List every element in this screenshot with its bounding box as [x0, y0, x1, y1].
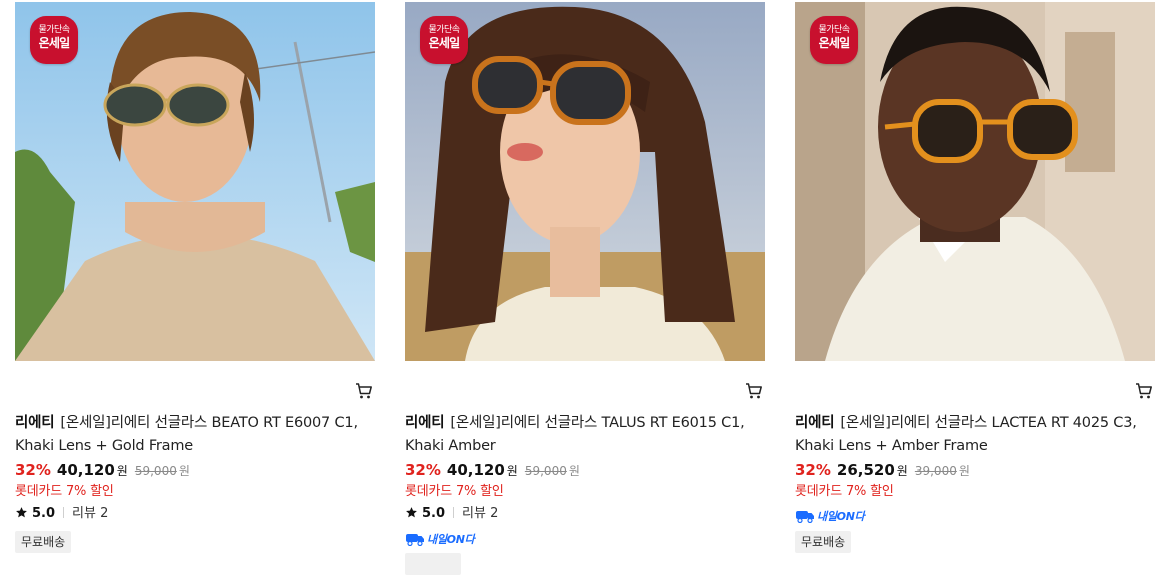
delivery-truck-icon	[796, 510, 814, 523]
delivery-badge-label: 내일ON다	[817, 509, 865, 523]
badge-line2: 온세일	[818, 36, 851, 50]
product-card[interactable]: 물가단속 온세일 리에티 [온세일]리에티 선글라스 LACTEA RT 4025…	[795, 0, 1155, 559]
sale-price: 26,520	[836, 461, 895, 479]
rating-score: 5.0	[422, 506, 446, 521]
free-shipping-chip: 무료배송	[15, 531, 72, 553]
onsale-badge: 물가단속 온세일	[420, 16, 468, 64]
star-icon	[405, 506, 418, 523]
brand-name: 리에티	[405, 415, 445, 431]
rating-row: 5.0 리뷰 2	[405, 502, 498, 523]
cart-icon[interactable]	[355, 382, 373, 400]
original-price-unit: 원	[568, 464, 580, 478]
product-name: [온세일]리에티 선글라스 LACTEA RT 4025 C3, Khaki L…	[795, 415, 1137, 454]
free-shipping-chip: 무료배송	[795, 531, 852, 553]
product-card[interactable]: 물가단속 온세일 리에티 [온세일]리에티 선글라스 BEATO RT E6007…	[15, 0, 375, 559]
badge-line1: 물가단속	[38, 25, 70, 35]
product-name: [온세일]리에티 선글라스 BEATO RT E6007 C1, Khaki L…	[15, 415, 358, 454]
original-price: 39,000	[914, 464, 957, 478]
brand-name: 리에티	[15, 415, 55, 431]
cart-icon[interactable]	[1135, 382, 1153, 400]
card-discount: 롯데카드 7% 할인	[795, 484, 894, 499]
product-title[interactable]: 리에티 [온세일]리에티 선글라스 TALUS RT E6015 C1, Khak…	[405, 412, 765, 458]
price-unit: 원	[506, 464, 518, 478]
product-title[interactable]: 리에티 [온세일]리에티 선글라스 BEATO RT E6007 C1, Khak…	[15, 412, 375, 458]
rating-row: 5.0 리뷰 2	[15, 502, 108, 523]
product-title[interactable]: 리에티 [온세일]리에티 선글라스 LACTEA RT 4025 C3, Khak…	[795, 412, 1155, 458]
badge-line2: 온세일	[428, 36, 461, 50]
price-row: 32% 40,120 원 59,000 원	[15, 460, 190, 482]
discount-rate: 32%	[15, 461, 51, 479]
card-discount: 롯데카드 7% 할인	[405, 484, 504, 499]
divider	[453, 507, 455, 518]
rating-score: 5.0	[32, 506, 56, 521]
star-icon	[15, 506, 28, 523]
original-price: 59,000	[134, 464, 177, 478]
product-name: [온세일]리에티 선글라스 TALUS RT E6015 C1, Khaki A…	[405, 415, 745, 454]
sale-price: 40,120	[56, 461, 115, 479]
cart-icon[interactable]	[745, 382, 763, 400]
card-discount: 롯데카드 7% 할인	[15, 484, 114, 499]
discount-rate: 32%	[795, 461, 831, 479]
original-price: 59,000	[524, 464, 567, 478]
tomorrow-delivery-badge: 내일ON다	[795, 505, 865, 523]
shipping-chip	[405, 553, 461, 575]
delivery-truck-icon	[406, 533, 424, 546]
brand-name: 리에티	[795, 415, 835, 431]
discount-rate: 32%	[405, 461, 441, 479]
onsale-badge: 물가단속 온세일	[810, 16, 858, 64]
review-count[interactable]: 리뷰 2	[72, 506, 108, 521]
price-unit: 원	[116, 464, 128, 478]
original-price-unit: 원	[958, 464, 970, 478]
review-count[interactable]: 리뷰 2	[462, 506, 498, 521]
product-card[interactable]: 물가단속 온세일 리에티 [온세일]리에티 선글라스 TALUS RT E6015…	[405, 0, 765, 575]
tomorrow-delivery-badge: 내일ON다	[405, 528, 475, 546]
price-row: 32% 26,520 원 39,000 원	[795, 460, 970, 482]
onsale-badge: 물가단속 온세일	[30, 16, 78, 64]
price-unit: 원	[896, 464, 908, 478]
price-row: 32% 40,120 원 59,000 원	[405, 460, 580, 482]
badge-line2: 온세일	[38, 36, 71, 50]
badge-line1: 물가단속	[818, 25, 850, 35]
sale-price: 40,120	[446, 461, 505, 479]
original-price-unit: 원	[178, 464, 190, 478]
divider	[63, 507, 65, 518]
badge-line1: 물가단속	[428, 25, 460, 35]
delivery-badge-label: 내일ON다	[427, 532, 475, 546]
